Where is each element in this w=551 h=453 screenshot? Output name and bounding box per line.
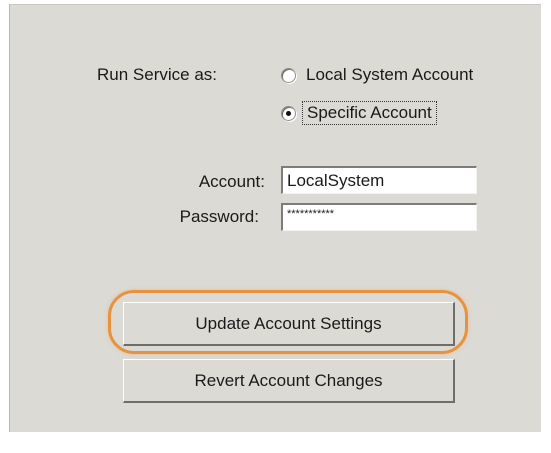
run-service-as-label: Run Service as: bbox=[97, 65, 217, 84]
local-system-account-radio[interactable] bbox=[281, 67, 296, 83]
local-system-account-label[interactable]: Local System Account bbox=[306, 65, 473, 85]
specific-account-radio[interactable] bbox=[281, 105, 296, 121]
local-system-account-option[interactable]: Local System Account bbox=[281, 65, 473, 85]
password-field[interactable]: *********** bbox=[281, 203, 477, 231]
password-label: Password: bbox=[179, 207, 259, 226]
account-label: Account: bbox=[198, 172, 265, 191]
update-account-settings-button[interactable]: Update Account Settings bbox=[123, 302, 455, 346]
account-field[interactable]: LocalSystem bbox=[281, 166, 477, 194]
revert-account-changes-button[interactable]: Revert Account Changes bbox=[123, 359, 455, 403]
specific-account-label[interactable]: Specific Account bbox=[302, 101, 437, 125]
service-account-settings-dialog: Run Service as: Local System Account Spe… bbox=[0, 0, 551, 453]
specific-account-option[interactable]: Specific Account bbox=[281, 101, 437, 125]
